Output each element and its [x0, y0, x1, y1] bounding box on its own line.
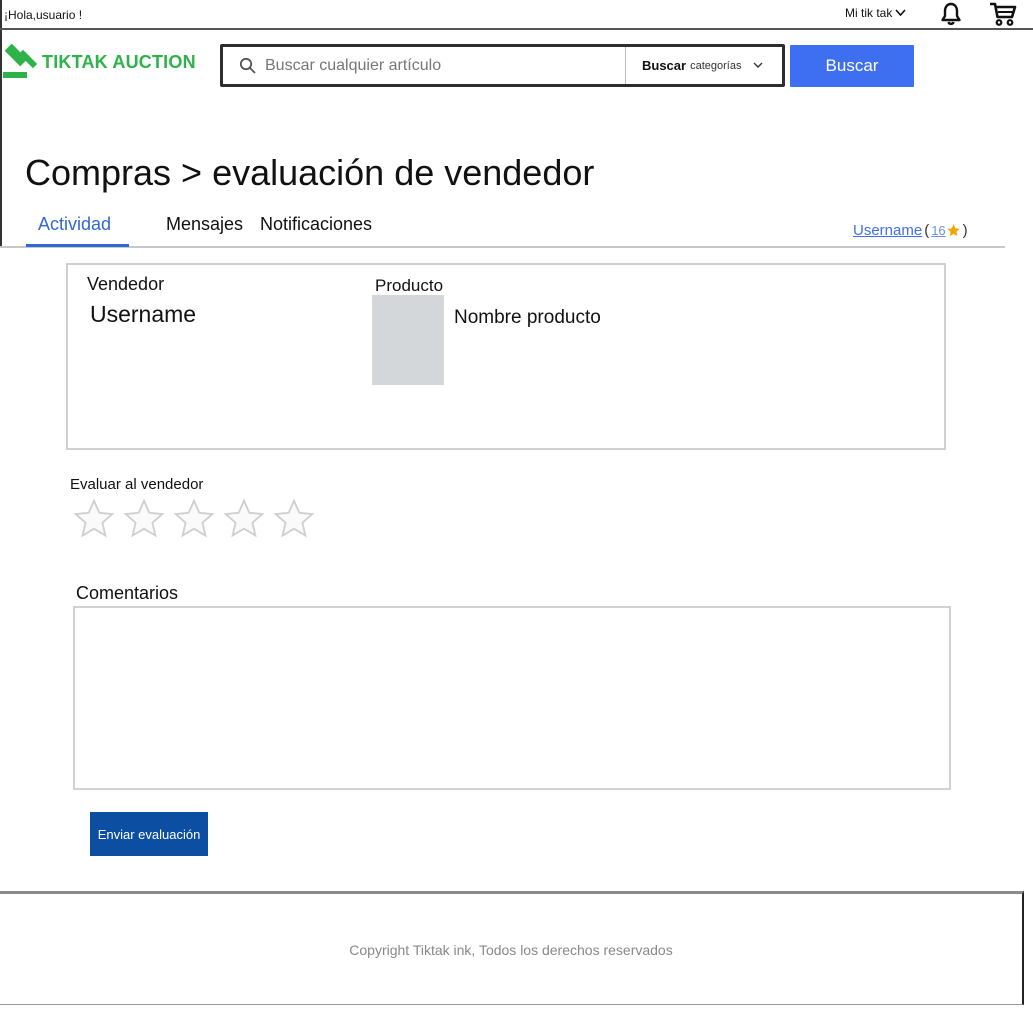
- product-label: Producto: [375, 276, 444, 295]
- search-input[interactable]: [265, 56, 615, 75]
- greeting-text: ¡Hola,usuario !: [4, 8, 83, 22]
- tab-actividad[interactable]: Actividad: [38, 214, 111, 235]
- copyright-text: Copyright Tiktak ink, Todos los derechos…: [349, 942, 673, 958]
- star-icon[interactable]: [122, 497, 166, 541]
- search-icon: [239, 57, 256, 74]
- bell-icon[interactable]: [938, 1, 964, 27]
- rating-close-paren: ): [962, 222, 968, 239]
- star-icon[interactable]: [272, 497, 316, 541]
- comments-textarea[interactable]: [73, 606, 951, 790]
- category-select-strong: Buscar: [642, 58, 687, 73]
- logo-text: TIKTAK AUCTION: [42, 51, 196, 72]
- category-select-light: categorías: [690, 59, 742, 72]
- seller-name: Username: [90, 301, 197, 327]
- user-rating: Username ( 16 ): [853, 222, 970, 239]
- star-rating-input: [72, 497, 316, 541]
- chevron-down-icon: [895, 9, 906, 17]
- gavel-icon: [3, 43, 38, 78]
- comments-label: Comentarios: [76, 583, 179, 603]
- seller-product-card: Vendedor Username Producto Nombre produc…: [66, 263, 946, 450]
- active-tab-indicator: [26, 244, 129, 247]
- my-tiktak-menu[interactable]: Mi tik tak: [845, 6, 906, 20]
- star-icon: [946, 224, 960, 237]
- cart-icon[interactable]: [988, 1, 1018, 27]
- rating-open-paren: (: [924, 222, 930, 239]
- page-title: Compras > evaluación de vendedor: [25, 152, 595, 193]
- star-icon[interactable]: [172, 497, 216, 541]
- site-logo[interactable]: TIKTAK AUCTION: [2, 42, 196, 82]
- star-icon[interactable]: [222, 497, 266, 541]
- footer: Copyright Tiktak ink, Todos los derechos…: [0, 891, 1024, 1005]
- product-image: [372, 295, 444, 385]
- submit-rating-button[interactable]: Enviar evaluación: [90, 812, 208, 856]
- rate-seller-label: Evaluar al vendedor: [70, 476, 204, 493]
- rating-count: 16: [931, 223, 946, 238]
- search-bar: Buscar categorías: [220, 44, 785, 87]
- seller-label: Vendedor: [87, 274, 165, 294]
- top-bar: ¡Hola,usuario ! Mi tik tak: [0, 0, 1033, 30]
- username-link[interactable]: Username: [853, 222, 922, 239]
- star-icon[interactable]: [72, 497, 116, 541]
- my-tiktak-label: Mi tik tak: [845, 6, 893, 20]
- search-button[interactable]: Buscar: [790, 45, 914, 87]
- tab-notificaciones[interactable]: Notificaciones: [260, 214, 372, 235]
- tab-mensajes[interactable]: Mensajes: [166, 214, 243, 235]
- chevron-down-icon: [753, 62, 763, 68]
- product-name: Nombre producto: [454, 307, 601, 328]
- tab-bar: Actividad Mensajes Notificaciones Userna…: [0, 208, 1005, 248]
- category-select[interactable]: Buscar categorías: [625, 47, 782, 84]
